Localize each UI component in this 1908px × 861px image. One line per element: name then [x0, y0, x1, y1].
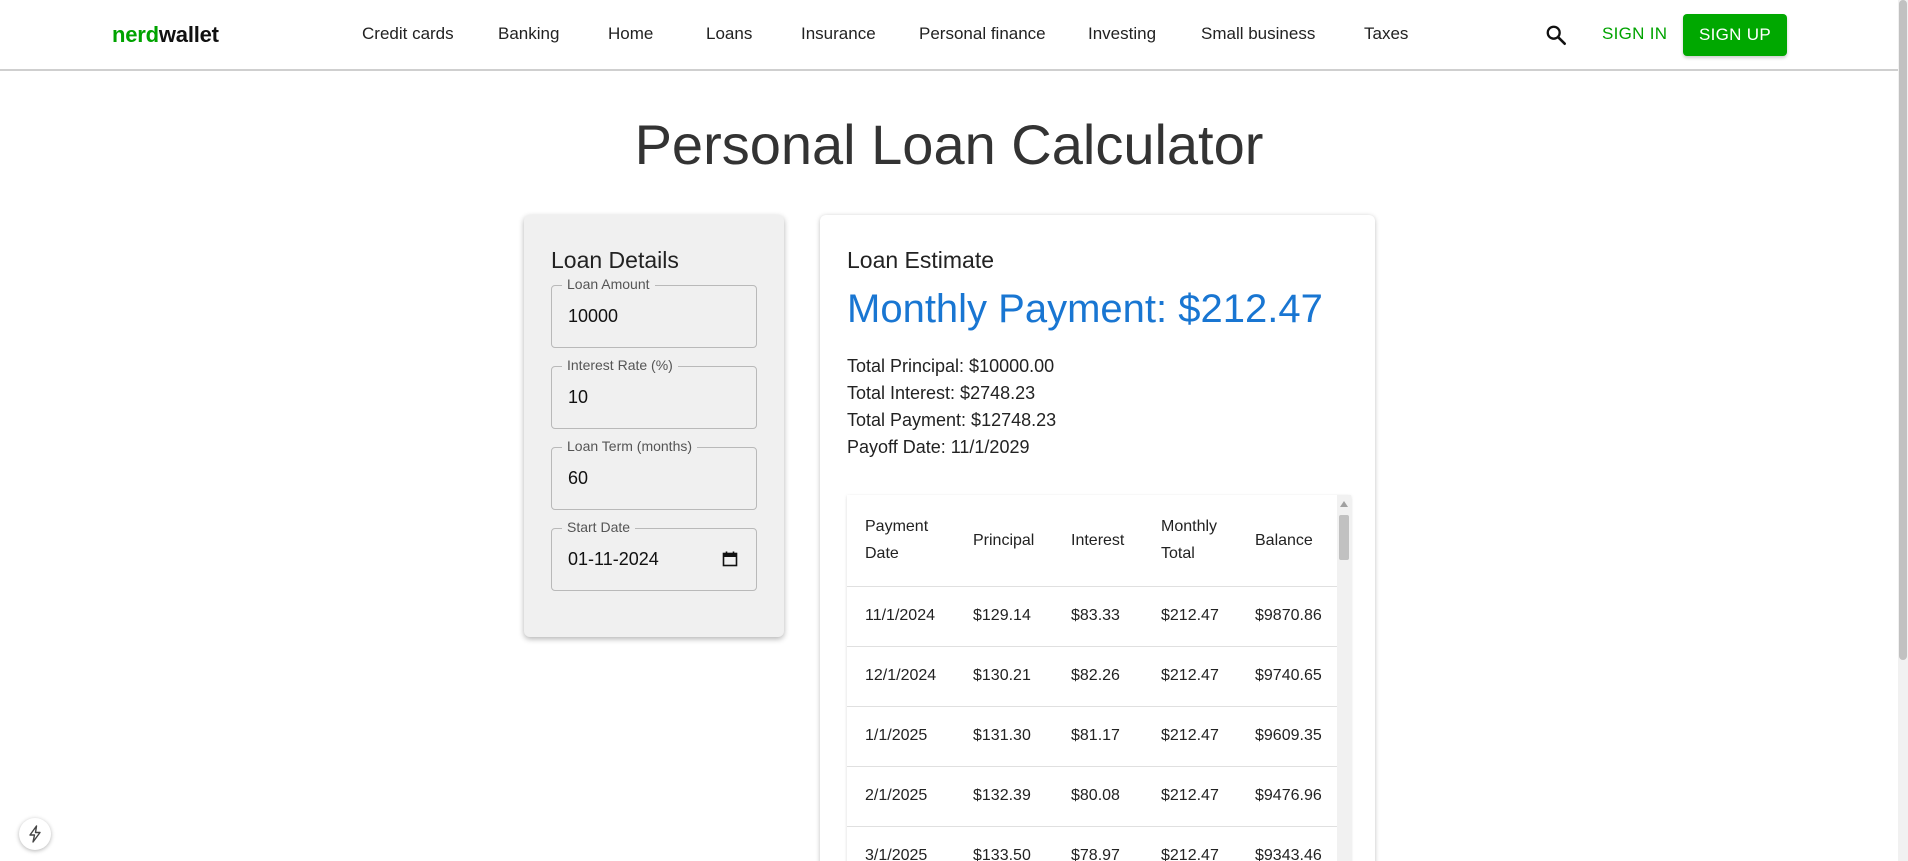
table-scrollbar[interactable]: [1337, 495, 1351, 861]
interest-rate-value[interactable]: 10: [568, 387, 588, 408]
cell-principal: $133.50: [955, 826, 1053, 861]
loan-estimate-heading: Loan Estimate: [847, 247, 995, 273]
loan-amount-label: Loan Amount: [562, 276, 655, 292]
logo-part-wallet: wallet: [158, 22, 219, 47]
top-navigation-bar: nerdwallet Credit cards Banking Home Loa…: [0, 0, 1898, 71]
interest-rate-label: Interest Rate (%): [562, 357, 678, 373]
table-scrollbar-thumb[interactable]: [1339, 515, 1349, 560]
search-icon[interactable]: [1545, 24, 1567, 46]
col-monthly-total: Monthly Total: [1143, 495, 1237, 587]
table-row: 2/1/2025 $132.39 $80.08 $212.47 $9476.96: [847, 766, 1337, 827]
nav-home[interactable]: Home: [608, 24, 653, 44]
start-date-field[interactable]: Start Date 01-11-2024: [551, 519, 757, 591]
nerdwallet-logo[interactable]: nerdwallet: [112, 22, 219, 48]
cell-balance: $9609.35: [1237, 706, 1337, 767]
table-row: 1/1/2025 $131.30 $81.17 $212.47 $9609.35: [847, 706, 1337, 767]
logo-part-nerd: nerd: [112, 22, 159, 47]
payoff-date: Payoff Date: 11/1/2029: [847, 437, 1030, 457]
start-date-value[interactable]: 01-11-2024: [568, 549, 659, 570]
cell-date: 12/1/2024: [847, 646, 955, 707]
total-interest: Total Interest: $2748.23: [847, 383, 1036, 403]
cell-interest: $82.26: [1053, 646, 1143, 707]
table-row: 12/1/2024 $130.21 $82.26 $212.47 $9740.6…: [847, 646, 1337, 707]
page-scrollbar-thumb[interactable]: [1899, 0, 1907, 660]
interest-rate-field[interactable]: Interest Rate (%) 10: [551, 357, 757, 429]
cell-monthly-total: $212.47: [1143, 706, 1237, 767]
lightning-bolt-icon: [29, 825, 41, 843]
col-principal: Principal: [955, 495, 1053, 587]
nav-personal-finance[interactable]: Personal finance: [919, 24, 1046, 44]
loan-term-label: Loan Term (months): [562, 438, 698, 454]
loan-amount-value[interactable]: 10000: [568, 306, 618, 327]
table-header-row: Payment Date Principal Interest Monthly …: [847, 495, 1337, 587]
cell-balance: $9870.86: [1237, 586, 1337, 647]
nav-investing[interactable]: Investing: [1088, 24, 1156, 44]
col-interest: Interest: [1053, 495, 1143, 587]
table-row: 11/1/2024 $129.14 $83.33 $212.47 $9870.8…: [847, 586, 1337, 647]
devtools-bolt-button[interactable]: [19, 818, 51, 850]
cell-interest: $78.97: [1053, 826, 1143, 861]
nav-loans[interactable]: Loans: [706, 24, 752, 44]
cell-date: 2/1/2025: [847, 766, 955, 827]
cell-balance: $9343.46: [1237, 826, 1337, 861]
nav-credit-cards[interactable]: Credit cards: [362, 24, 454, 44]
nav-insurance[interactable]: Insurance: [801, 24, 876, 44]
cell-interest: $80.08: [1053, 766, 1143, 827]
start-date-label: Start Date: [562, 519, 636, 535]
cell-date: 1/1/2025: [847, 706, 955, 767]
cell-interest: $81.17: [1053, 706, 1143, 767]
table-row: 3/1/2025 $133.50 $78.97 $212.47 $9343.46: [847, 826, 1337, 861]
loan-details-heading: Loan Details: [551, 247, 679, 273]
total-payment: Total Payment: $12748.23: [847, 410, 1057, 430]
amortization-table: Payment Date Principal Interest Monthly …: [847, 495, 1337, 861]
cell-principal: $131.30: [955, 706, 1053, 767]
cell-principal: $129.14: [955, 586, 1053, 647]
loan-estimate-card: Loan Estimate Monthly Payment: $212.47 T…: [820, 215, 1375, 861]
cell-monthly-total: $212.47: [1143, 826, 1237, 861]
col-payment-date: Payment Date: [847, 495, 955, 587]
cell-date: 3/1/2025: [847, 826, 955, 861]
sign-in-link[interactable]: SIGN IN: [1602, 24, 1667, 44]
page-title: Personal Loan Calculator: [634, 113, 1264, 176]
cell-principal: $132.39: [955, 766, 1053, 827]
nav-small-business[interactable]: Small business: [1201, 24, 1315, 44]
total-principal: Total Principal: $10000.00: [847, 356, 1055, 376]
loan-summary: Total Principal: $10000.00 Total Interes…: [847, 353, 1056, 461]
cell-monthly-total: $212.47: [1143, 646, 1237, 707]
page-scrollbar[interactable]: [1898, 0, 1908, 861]
cell-balance: $9476.96: [1237, 766, 1337, 827]
loan-details-card: Loan Details Loan Amount 10000 Interest …: [524, 215, 784, 637]
cell-principal: $130.21: [955, 646, 1053, 707]
nav-banking[interactable]: Banking: [498, 24, 559, 44]
loan-term-field[interactable]: Loan Term (months) 60: [551, 438, 757, 510]
loan-term-value[interactable]: 60: [568, 468, 588, 489]
cell-monthly-total: $212.47: [1143, 766, 1237, 827]
scroll-up-arrow-icon[interactable]: [1340, 501, 1348, 507]
nav-taxes[interactable]: Taxes: [1364, 24, 1408, 44]
loan-amount-field[interactable]: Loan Amount 10000: [551, 276, 757, 348]
cell-balance: $9740.65: [1237, 646, 1337, 707]
amortization-table-container[interactable]: Payment Date Principal Interest Monthly …: [847, 495, 1351, 861]
monthly-payment: Monthly Payment: $212.47: [847, 287, 1323, 331]
cell-monthly-total: $212.47: [1143, 586, 1237, 647]
cell-interest: $83.33: [1053, 586, 1143, 647]
calendar-icon[interactable]: [722, 551, 738, 567]
col-balance: Balance: [1237, 495, 1337, 587]
sign-up-button[interactable]: SIGN UP: [1683, 14, 1787, 56]
cell-date: 11/1/2024: [847, 586, 955, 647]
